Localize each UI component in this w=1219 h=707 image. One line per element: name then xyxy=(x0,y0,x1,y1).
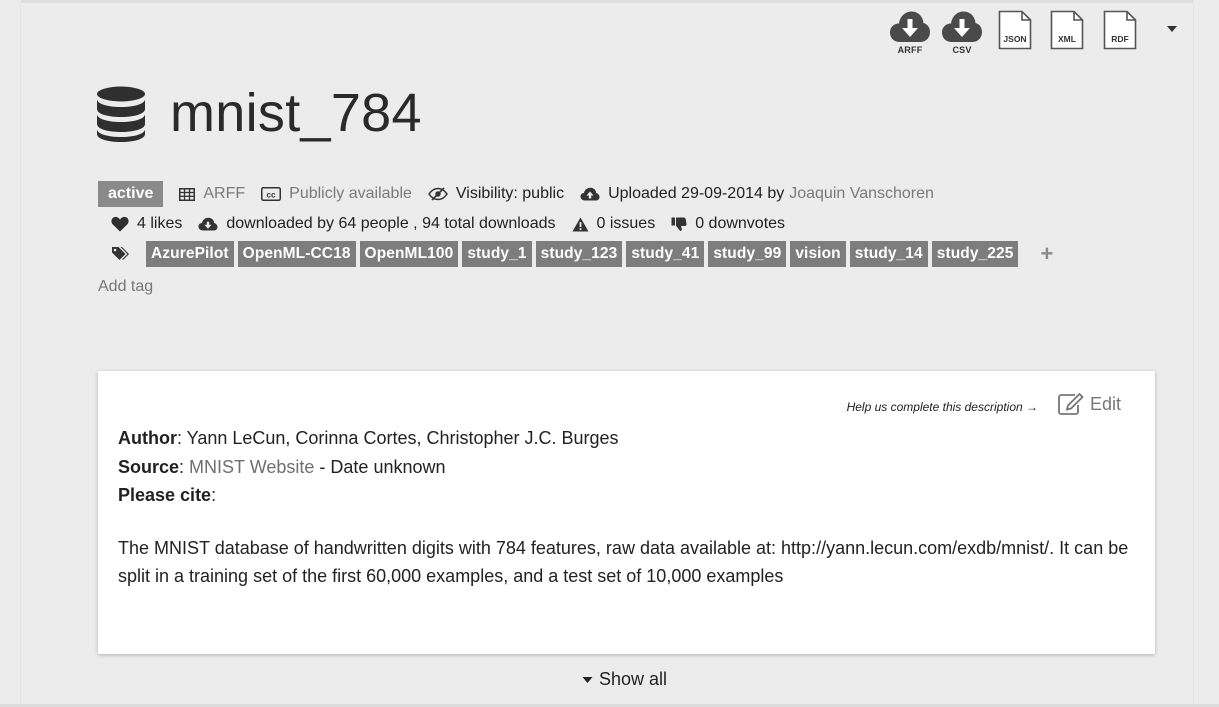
tag-chip[interactable]: study_225 xyxy=(931,241,1019,267)
uploaded-label: Uploaded 29-09-2014 by xyxy=(608,185,785,202)
cloud-download-icon xyxy=(198,217,218,231)
frame-border-right xyxy=(1193,0,1194,707)
tag-chip[interactable]: study_99 xyxy=(708,241,787,267)
tag-chip[interactable]: OpenML100 xyxy=(359,241,459,267)
tags-row: AzurePilot OpenML-CC18 OpenML100 study_1… xyxy=(111,240,1053,268)
more-dropdown-caret[interactable] xyxy=(1166,20,1178,38)
status-badge: active xyxy=(98,181,164,207)
description-card: Help us complete this description → Edit… xyxy=(98,371,1155,654)
show-all-button[interactable]: Show all xyxy=(582,669,667,690)
edit-label: Edit xyxy=(1089,393,1121,414)
source-line: Source: MNIST Website - Date unknown xyxy=(118,453,1138,482)
visibility-label: Visibility: public xyxy=(455,185,565,202)
format-label: ARFF xyxy=(203,185,246,202)
cite-value: : xyxy=(211,485,217,505)
table-icon xyxy=(179,187,196,201)
download-xml-button[interactable]: XML xyxy=(1050,10,1084,50)
edit-button[interactable]: Edit xyxy=(1058,393,1121,415)
dataset-title: mnist_784 xyxy=(170,83,422,143)
caret-down-icon xyxy=(582,676,593,683)
document-icon: RDF xyxy=(1103,10,1137,50)
source-label: Source xyxy=(118,456,180,477)
frame-border-left xyxy=(20,0,21,707)
download-arff-button[interactable]: ARFF xyxy=(889,10,931,55)
downvotes-count: 0 downvotes xyxy=(695,215,786,232)
thumbs-down-icon xyxy=(671,216,687,232)
tags-icon xyxy=(111,246,132,262)
dataset-meta-row: active ARFF cc Publicly available Visibi… xyxy=(98,180,934,208)
download-label: JSON xyxy=(1003,34,1026,44)
tag-chip[interactable]: study_1 xyxy=(462,241,532,267)
warning-icon xyxy=(572,217,589,232)
download-csv-button[interactable]: CSV xyxy=(941,10,983,55)
help-complete-description: Help us complete this description → xyxy=(846,400,1038,414)
cloud-download-icon xyxy=(942,11,982,42)
cloud-upload-icon xyxy=(580,187,600,201)
download-json-button[interactable]: JSON xyxy=(998,10,1032,50)
issues-count: 0 issues xyxy=(596,215,656,232)
uploader-link[interactable]: Joaquin Vanschoren xyxy=(789,185,934,203)
database-icon xyxy=(96,86,146,147)
tag-chip[interactable]: study_41 xyxy=(626,241,705,267)
downloads-count: downloaded by 64 people , 94 total downl… xyxy=(226,215,556,232)
dataset-stats-row: 4 likes downloaded by 64 people , 94 tot… xyxy=(111,211,785,237)
description-text: Author: Yann LeCun, Corinna Cortes, Chri… xyxy=(118,424,1138,591)
tag-chip[interactable]: study_123 xyxy=(535,241,623,267)
mnist-website-link[interactable]: MNIST Website xyxy=(189,457,314,477)
download-label: CSV xyxy=(952,45,972,55)
show-all-label: Show all xyxy=(599,669,668,689)
document-icon: XML xyxy=(1050,10,1084,50)
add-tag-link[interactable]: Add tag xyxy=(98,278,153,296)
source-date: - Date unknown xyxy=(314,456,446,477)
edit-icon xyxy=(1058,393,1084,415)
cite-label: Please cite xyxy=(118,485,212,505)
creative-commons-icon: cc xyxy=(261,187,282,201)
tag-chip[interactable]: AzurePilot xyxy=(146,241,234,267)
author-label: Author xyxy=(118,428,177,448)
tag-chip[interactable]: OpenML-CC18 xyxy=(237,241,356,267)
author-line: Author: Yann LeCun, Corinna Cortes, Chri… xyxy=(118,424,1138,453)
add-tag-plus-button[interactable]: + xyxy=(1040,243,1053,265)
tag-chip[interactable]: vision xyxy=(790,241,846,267)
heart-icon xyxy=(111,216,129,232)
eye-slash-icon xyxy=(427,187,448,201)
license-label: Publicly available xyxy=(289,185,412,202)
cloud-download-icon xyxy=(890,11,930,42)
download-label: RDF xyxy=(1111,34,1128,44)
svg-text:cc: cc xyxy=(267,191,276,200)
description-body: The MNIST database of handwritten digits… xyxy=(118,537,1129,587)
source-separator: : xyxy=(179,456,190,477)
download-label: ARFF xyxy=(897,45,923,55)
cite-line: Please cite: xyxy=(118,481,1138,510)
download-label: XML xyxy=(1058,34,1076,44)
document-icon: JSON xyxy=(998,10,1032,50)
top-strip xyxy=(20,0,1194,3)
likes-count: 4 likes xyxy=(137,215,183,232)
download-rdf-button[interactable]: RDF xyxy=(1103,10,1137,50)
tag-chip[interactable]: study_14 xyxy=(849,241,928,267)
author-value: : Yann LeCun, Corinna Cortes, Christophe… xyxy=(176,428,619,448)
caret-down-icon xyxy=(1167,26,1177,32)
